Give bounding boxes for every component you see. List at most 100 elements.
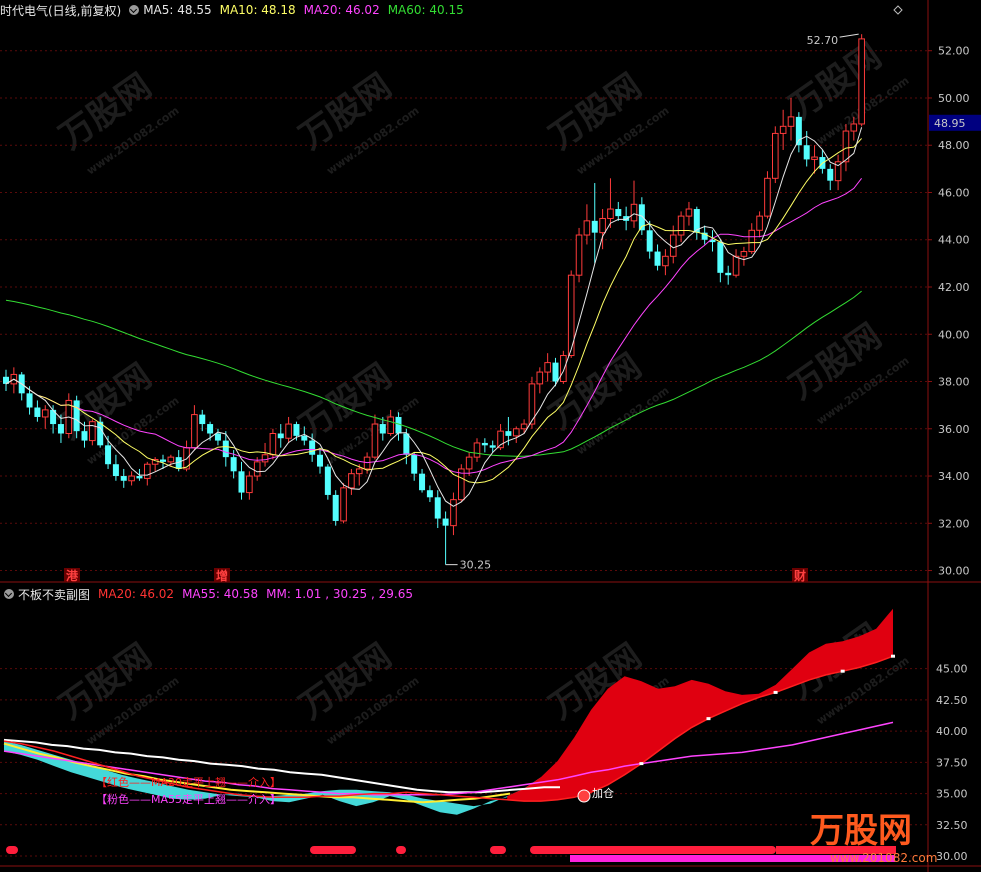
candle-body xyxy=(654,251,661,266)
main-y-tick-label: 44.00 xyxy=(938,234,970,247)
candle-body xyxy=(560,355,567,383)
candle-body xyxy=(112,464,119,477)
candle-body xyxy=(41,409,49,418)
last-price-label: 48.95 xyxy=(934,117,966,130)
candle-body xyxy=(324,466,331,495)
diamond-icon xyxy=(893,5,903,15)
candle-body xyxy=(756,215,763,231)
candle-body xyxy=(238,471,245,493)
sub-y-tick-label: 40.00 xyxy=(936,725,968,738)
candle-body xyxy=(309,440,316,455)
watermark-brand: 万股网 xyxy=(542,66,648,157)
candle-body xyxy=(732,255,740,276)
main-y-tick-label: 46.00 xyxy=(938,186,970,199)
sub-y-tick-label: 42.50 xyxy=(936,694,968,707)
candle-body xyxy=(465,456,473,470)
candle-body xyxy=(520,423,528,430)
candle-body xyxy=(599,217,606,234)
sub-y-tick-label: 32.50 xyxy=(936,819,968,832)
low-price-annotation: 30.25 xyxy=(460,559,492,572)
candle-body xyxy=(230,457,237,472)
candle-body xyxy=(426,490,433,498)
candle-body xyxy=(285,423,292,439)
event-marker: 港 xyxy=(66,568,79,583)
candle-body xyxy=(348,473,355,489)
sub-y-tick-label: 37.50 xyxy=(936,756,968,769)
high-pointer xyxy=(839,33,859,38)
candle-body xyxy=(803,145,810,160)
candle-body xyxy=(253,461,261,477)
main-y-tick-label: 48.00 xyxy=(938,139,970,152)
candle-body xyxy=(615,209,622,217)
candle-body xyxy=(827,168,834,181)
candle-body xyxy=(89,421,96,442)
main-y-tick-label: 30.00 xyxy=(938,565,970,578)
candle-body xyxy=(858,38,865,125)
candle-body xyxy=(850,123,858,132)
sub-y-tick-label: 45.00 xyxy=(936,663,968,676)
candle-body xyxy=(379,424,386,434)
watermark-brand: 万股网 xyxy=(292,636,398,727)
candle-body xyxy=(160,459,166,462)
candle-body xyxy=(552,362,559,382)
brand-site-watermark: www.201082.com xyxy=(830,851,937,865)
ma20-marker xyxy=(840,669,845,673)
candle-body xyxy=(136,476,143,479)
candle-body xyxy=(583,220,591,236)
candle-body xyxy=(512,428,520,437)
candle-body xyxy=(26,393,33,408)
stock-chart[interactable]: 万股网www.201082.com 万股网www.201082.com 万股网www… xyxy=(0,0,981,872)
candle-body xyxy=(481,442,488,446)
watermark-brand: 万股网 xyxy=(52,66,158,157)
candle-body xyxy=(662,255,669,267)
legend-line-pink: 【粉色——MA55走平上翘——介入】 xyxy=(96,792,281,806)
main-y-tick-label: 40.00 xyxy=(938,328,970,341)
main-y-tick-label: 32.00 xyxy=(938,517,970,530)
signal-bar-red xyxy=(396,846,406,854)
candle-body xyxy=(395,416,402,434)
candle-body xyxy=(355,468,363,475)
candle-body xyxy=(403,433,410,455)
candle-body xyxy=(685,208,693,217)
candle-body xyxy=(811,156,818,160)
candle-body xyxy=(591,220,598,233)
candle-body xyxy=(120,476,127,481)
candle-body xyxy=(646,230,653,252)
candle-body xyxy=(317,454,323,467)
event-marker: 增 xyxy=(216,568,228,583)
candle-body xyxy=(246,475,253,494)
candle-body xyxy=(207,424,214,434)
signal-bar-red xyxy=(530,846,776,854)
candle-body xyxy=(301,435,308,441)
candle-body xyxy=(340,487,347,522)
candle-body xyxy=(795,116,802,146)
candle-body xyxy=(764,177,771,217)
event-marker: 财 xyxy=(793,568,806,583)
watermark-brand: 万股网 xyxy=(542,346,648,437)
watermark-brand: 万股网 xyxy=(52,636,158,727)
candle-body xyxy=(387,416,394,435)
candle-body xyxy=(411,454,418,474)
watermark-brand: 万股网 xyxy=(782,316,888,407)
sub-y-tick-label: 30.00 xyxy=(936,850,968,863)
candle-body xyxy=(105,445,112,465)
candle-body xyxy=(505,431,512,436)
candle-body xyxy=(34,407,41,417)
ma20-marker xyxy=(639,762,644,766)
candle-body xyxy=(779,125,787,134)
sub-y-tick-label: 35.00 xyxy=(936,788,968,801)
candle-body xyxy=(261,454,269,463)
candle-body xyxy=(191,414,198,449)
add-position-label: 加仓 xyxy=(592,786,614,800)
candle-body xyxy=(489,445,496,448)
ma20-line xyxy=(5,177,862,474)
candle-body xyxy=(442,518,449,526)
ma20-marker xyxy=(773,690,778,694)
candle-body xyxy=(842,130,850,163)
candle-body xyxy=(277,433,284,439)
candle-body xyxy=(199,414,206,425)
legend-line-red: 【红色——MA20走平上翘——介入】 xyxy=(96,775,281,789)
candle-body xyxy=(787,116,795,127)
candle-body xyxy=(717,242,724,273)
main-y-tick-label: 38.00 xyxy=(938,376,970,389)
